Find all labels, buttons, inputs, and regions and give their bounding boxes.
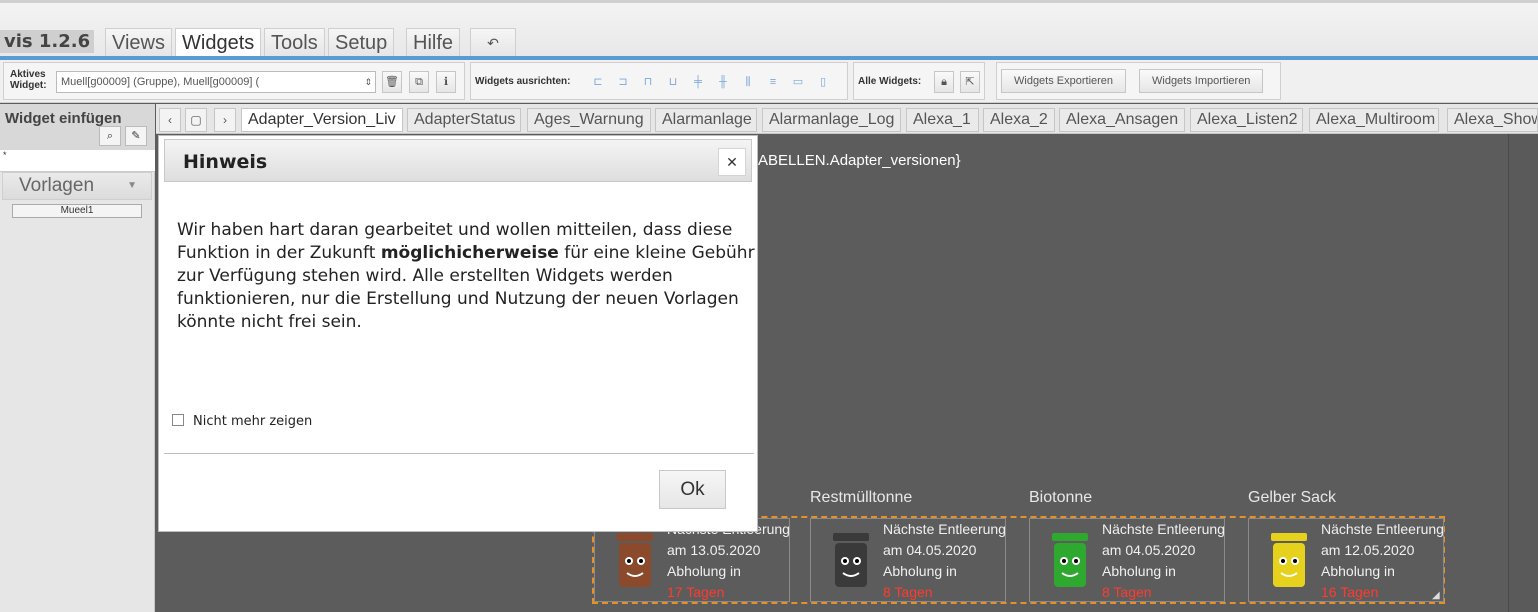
hinweis-dialog: Hinweis ✕ Wir haben hart daran gearbeite… [158, 135, 758, 532]
align-left-icon[interactable]: ⊏ [591, 75, 605, 89]
card-pickup-label: Abholung in [1321, 563, 1395, 579]
bin-icon [833, 533, 869, 587]
same-height-icon[interactable]: ▯ [816, 75, 830, 89]
chevron-down-icon: ▼ [127, 180, 137, 191]
align-group: Widgets ausrichten: ⊏ ⊐ ⊓ ⊔ ╪ ╫ ⫼ ≡ ▭ ▯ [470, 62, 848, 100]
dont-show-again-label[interactable]: Nicht mehr zeigen [193, 414, 312, 429]
align-top-icon[interactable]: ⊓ [641, 75, 655, 89]
view-tab[interactable]: AdapterStatus [407, 108, 521, 132]
menu-bar: vis 1.2.6 Views Widgets Tools Setup Hilf… [0, 0, 1538, 58]
view-tab[interactable]: Ages_Warnung [527, 108, 651, 132]
close-icon[interactable]: ✕ [718, 148, 746, 176]
vorlagen-section[interactable]: Vorlagen ▼ [2, 172, 152, 200]
align-center-v-icon[interactable]: ╪ [691, 75, 705, 89]
undo-icon[interactable]: ↶ [470, 28, 516, 58]
palette-title: Widget einfügen [5, 110, 122, 127]
menu-tab-hilfe[interactable]: Hilfe [406, 28, 461, 58]
export-import-group: Widgets Exportieren Widgets Importieren [996, 62, 1281, 100]
info-icon[interactable]: ℹ [436, 71, 456, 93]
restmuell-title: Restmülltonne [810, 489, 913, 506]
view-tab[interactable]: Alexa_Listen2 [1190, 108, 1303, 132]
toolbar: Aktives Widget: Muell[g00009] (Gruppe), … [0, 60, 1538, 103]
app-title: vis 1.2.6 [0, 30, 95, 53]
view-tab[interactable]: Alexa_2 [983, 108, 1055, 132]
bin-card-restmuell[interactable]: Nächste Entleerung am 04.05.2020 Abholun… [810, 518, 1006, 602]
chevron-left-icon[interactable]: ‹ [159, 108, 181, 132]
align-label: Widgets ausrichten: [475, 76, 571, 87]
view-tab[interactable]: Alexa_Ansagen [1059, 108, 1185, 132]
menu-tab-tools[interactable]: Tools [264, 28, 325, 58]
bin-card-gelber-sack[interactable]: Nächste Entleerung am 12.05.2020 Abholun… [1248, 518, 1444, 602]
card-date: am 13.05.2020 [667, 542, 761, 558]
clipboard-icon[interactable]: ▢ [185, 108, 207, 132]
view-tab[interactable]: Alexa_Multiroom [1309, 108, 1439, 132]
align-bottom-icon[interactable]: ⊔ [666, 75, 680, 89]
active-widget-select[interactable]: Muell[g00009] (Gruppe), Muell[g00009] ( … [56, 71, 376, 93]
dialog-divider [164, 453, 754, 454]
export-widgets-button[interactable]: Widgets Exportieren [1001, 69, 1127, 93]
bin-icon [1052, 533, 1088, 587]
chevron-right-icon[interactable]: › [214, 108, 236, 132]
card-date: am 12.05.2020 [1321, 542, 1415, 558]
all-widgets-group: Alle Widgets: 🔒︎ ⇱ [853, 62, 985, 100]
dialog-title: Hinweis [183, 151, 268, 173]
gelber-sack-title: Gelber Sack [1248, 489, 1337, 506]
delete-icon[interactable]: 🗑 [382, 71, 402, 93]
vorlagen-label: Vorlagen [19, 175, 95, 196]
active-widget-label: Aktives Widget: [10, 69, 47, 91]
palette-filter-input[interactable]: * [0, 150, 155, 172]
binding-text-widget[interactable]: ABELLEN.Adapter_versionen} [758, 152, 961, 169]
template-item[interactable]: Mueel1 [12, 204, 142, 218]
view-tab[interactable]: Alarmanlage_Log [762, 108, 901, 132]
tag-icon[interactable]: ✎ [125, 126, 147, 146]
card-days: 8 Tagen [1102, 584, 1152, 600]
card-pickup-label: Abholung in [883, 563, 957, 579]
menu-tab-views[interactable]: Views [105, 28, 172, 58]
dialog-message: Wir haben hart daran gearbeitet und woll… [177, 220, 755, 332]
biotonne-title: Biotonne [1029, 489, 1093, 506]
search-icon[interactable]: ⌕ [99, 126, 121, 146]
card-days: 16 Tagen [1321, 584, 1379, 600]
bin-icon [1271, 533, 1307, 587]
card-date: am 04.05.2020 [883, 542, 977, 558]
card-next-label: Nächste Entleerung [883, 521, 1006, 537]
card-pickup-label: Abholung in [667, 563, 741, 579]
same-width-icon[interactable]: ▭ [791, 75, 805, 89]
view-tabs-bar: ‹ ▢ › Adapter_Version_Liv AdapterStatus … [156, 104, 1538, 134]
dialog-header[interactable]: Hinweis ✕ [164, 139, 752, 182]
card-days: 17 Tagen [667, 584, 725, 600]
view-tab[interactable]: Alexa_Show [1447, 108, 1538, 132]
menu-tab-setup[interactable]: Setup [328, 28, 395, 58]
view-tab[interactable]: Adapter_Version_Liv [241, 108, 403, 132]
palette-header: Widget einfügen ⌕ ✎ [0, 104, 155, 150]
card-next-label: Nächste Entleerung [1102, 521, 1225, 537]
ok-button[interactable]: Ok [659, 470, 726, 509]
distribute-h-icon[interactable]: ⫼ [741, 75, 755, 89]
card-days: 8 Tagen [883, 584, 933, 600]
bin-card-bio[interactable]: Nächste Entleerung am 04.05.2020 Abholun… [1029, 518, 1225, 602]
copy-icon[interactable]: ⧉ [409, 71, 429, 93]
distribute-v-icon[interactable]: ≡ [766, 75, 780, 89]
active-widget-group: Aktives Widget: Muell[g00009] (Gruppe), … [3, 62, 465, 100]
canvas-scrollbar[interactable] [1508, 134, 1538, 612]
all-widgets-label: Alle Widgets: [858, 76, 922, 87]
view-tab[interactable]: Alexa_1 [906, 108, 979, 132]
bin-icon [617, 533, 653, 587]
lock-icon[interactable]: 🔒︎ [934, 71, 954, 93]
resize-handle-icon[interactable]: ◢ [1432, 590, 1440, 601]
card-date: am 04.05.2020 [1102, 542, 1196, 558]
chevron-updown-icon: ⇕ [364, 77, 372, 87]
menu-tab-widgets[interactable]: Widgets [175, 28, 262, 58]
align-center-h-icon[interactable]: ╫ [716, 75, 730, 89]
align-right-icon[interactable]: ⊐ [616, 75, 630, 89]
external-link-icon[interactable]: ⇱ [960, 71, 980, 93]
view-tab[interactable]: Alarmanlage [655, 108, 757, 132]
dont-show-again-checkbox[interactable] [172, 414, 184, 426]
widget-palette: Widget einfügen ⌕ ✎ * Vorlagen ▼ Mueel1 [0, 104, 155, 612]
import-widgets-button[interactable]: Widgets Importieren [1139, 69, 1264, 93]
card-pickup-label: Abholung in [1102, 563, 1176, 579]
card-next-label: Nächste Entleerung [1321, 521, 1444, 537]
